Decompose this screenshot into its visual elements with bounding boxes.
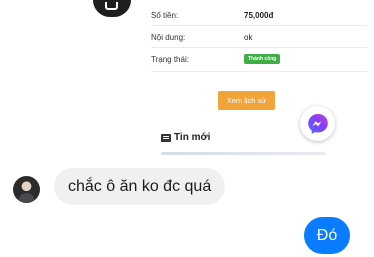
newspaper-icon (161, 133, 171, 142)
amount-label: Số tiền: (151, 11, 179, 20)
transaction-details: Số tiền: 75,000đ Nội dung: ok Trạng thái… (151, 4, 367, 72)
messenger-button[interactable] (300, 106, 335, 141)
content-value: ok (244, 33, 253, 42)
content-row: Nội dung: ok (151, 26, 367, 48)
incoming-message[interactable]: chắc ô ăn ko đc quá (54, 168, 226, 205)
avatar[interactable] (13, 176, 40, 203)
view-history-button[interactable]: Xem lịch sử (218, 91, 275, 110)
amount-row: Số tiền: 75,000đ (151, 4, 367, 26)
faded-news-text (161, 152, 326, 155)
status-label: Trạng thái: (151, 55, 189, 64)
outgoing-message[interactable]: Đó (304, 217, 350, 254)
content-label: Nội dung: (151, 33, 186, 42)
news-heading-text: Tin mới (174, 132, 211, 143)
camera-icon (93, 0, 131, 17)
status-badge: Thành công (244, 54, 281, 64)
news-heading: Tin mới (161, 132, 210, 143)
status-row: Trạng thái: Thành công (151, 48, 367, 72)
amount-value: 75,000đ (244, 11, 274, 20)
messenger-icon (307, 113, 328, 134)
